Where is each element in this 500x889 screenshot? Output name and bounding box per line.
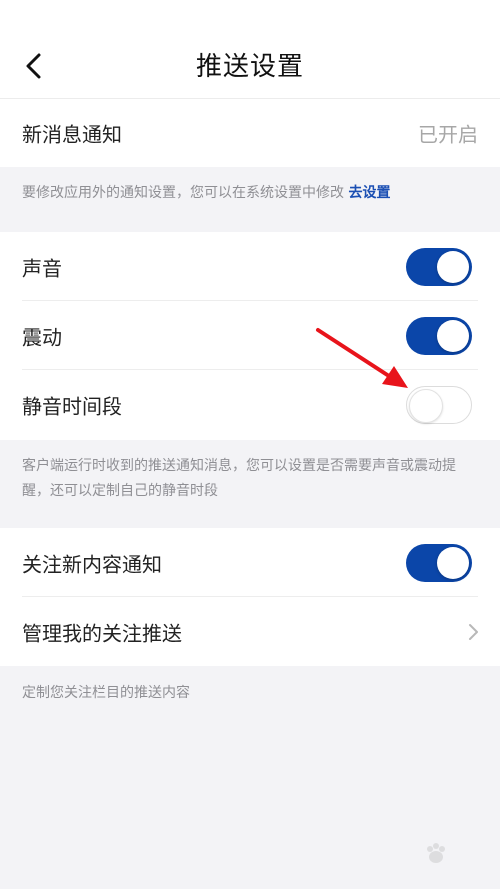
manage-follow-row[interactable]: 管理我的关注推送 — [0, 597, 500, 666]
system-note-text: 要修改应用外的通知设置，您可以在系统设置中修改 — [22, 185, 344, 201]
new-message-status: 已开启 — [418, 122, 478, 147]
follow-new-content-label: 关注新内容通知 — [22, 552, 162, 576]
toggle-knob — [409, 389, 443, 423]
vibrate-toggle[interactable] — [406, 316, 472, 355]
toggle-knob — [437, 546, 469, 579]
go-settings-link[interactable]: 去设置 — [348, 185, 390, 201]
quiet-hours-row: 静音时间段 — [0, 370, 500, 440]
vibrate-row: 震动 — [0, 301, 500, 370]
toggle-knob — [437, 319, 469, 352]
paw-watermark-icon — [427, 843, 445, 863]
sound-settings-section: 声音 震动 静音时间段 — [0, 232, 500, 440]
system-settings-note: 要修改应用外的通知设置，您可以在系统设置中修改 去设置 — [22, 181, 482, 206]
quiet-hours-toggle[interactable] — [406, 386, 472, 424]
red-arrow-icon — [316, 328, 408, 388]
chevron-right-icon — [469, 623, 478, 640]
follow-settings-note: 定制您关注栏目的推送内容 — [22, 685, 190, 701]
follow-settings-section: 关注新内容通知 管理我的关注推送 — [0, 528, 500, 666]
new-message-row[interactable]: 新消息通知 已开启 — [0, 99, 500, 167]
nav-header: 推送设置 — [0, 0, 500, 99]
quiet-hours-label: 静音时间段 — [22, 394, 122, 419]
follow-new-content-toggle[interactable] — [406, 543, 472, 582]
sound-label: 声音 — [22, 256, 62, 280]
sound-settings-note: 客户端运行时收到的推送通知消息，您可以设置是否需要声音或震动提醒，还可以定制自己… — [22, 458, 456, 499]
new-message-section: 新消息通知 已开启 — [0, 99, 500, 167]
sound-toggle[interactable] — [406, 247, 472, 286]
follow-new-content-row: 关注新内容通知 — [0, 528, 500, 597]
vibrate-label: 震动 — [22, 325, 62, 349]
sound-row: 声音 — [0, 232, 500, 301]
new-message-label: 新消息通知 — [22, 122, 122, 147]
toggle-knob — [437, 250, 469, 283]
page-title: 推送设置 — [195, 52, 304, 82]
manage-follow-label: 管理我的关注推送 — [22, 621, 182, 645]
